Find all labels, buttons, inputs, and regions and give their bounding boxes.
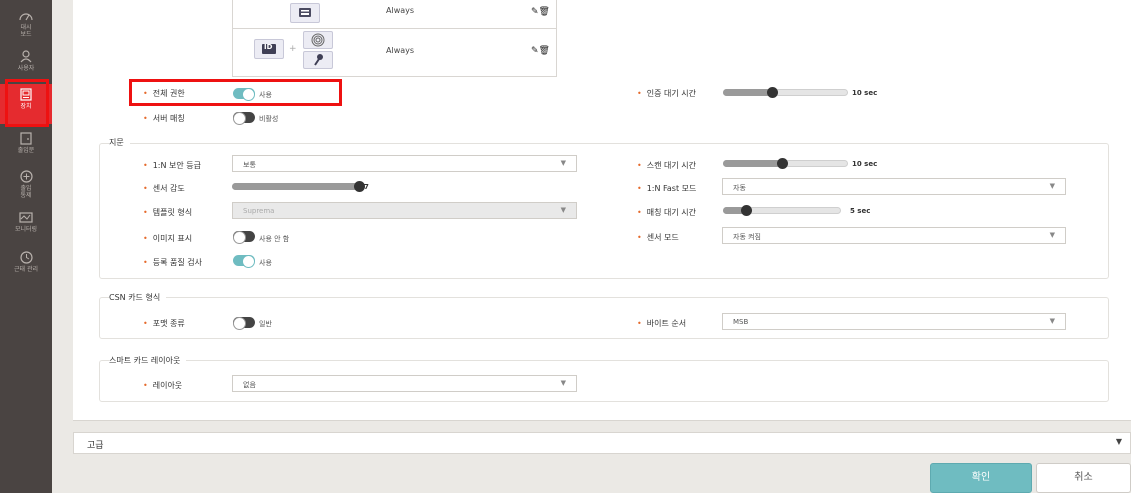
edit-pencil-icon[interactable]: ✎: [531, 7, 539, 17]
show-image-toggle[interactable]: [233, 231, 255, 244]
device-settings-panel: Always ✎🗑 ID + Always ✎🗑 • 전체 권한 사용 • 서버 매…: [73, 0, 1131, 421]
csn-section-title: CSN 카드 형식: [109, 292, 167, 303]
nav-label: 출입 통제: [20, 185, 32, 199]
nav-label: 출입문: [17, 147, 35, 154]
slider-knob[interactable]: [741, 205, 752, 216]
nav-label: 근태 관리: [14, 266, 38, 273]
fingerprint-credential: [303, 31, 333, 49]
id-text: ID: [264, 43, 273, 51]
row-schedule: Always: [386, 6, 415, 15]
matching-timeout-value: 5 sec: [850, 207, 871, 215]
auth-mode-table: Always ✎🗑 ID + Always ✎🗑: [232, 0, 557, 77]
scan-timeout-value: 10 sec: [852, 160, 878, 168]
sidebar: 대시 보드 사용자 장치 출입문 출입 통제 모니터링 근태 관리: [0, 0, 52, 493]
monitoring-icon: [19, 212, 33, 223]
chevron-down-icon: ▼: [560, 379, 566, 387]
access-control-icon: [19, 170, 33, 183]
security-level-label: • 1:N 보안 등급: [143, 161, 202, 170]
chevron-down-icon: ▼: [560, 159, 566, 167]
nav-label: 모니터링: [14, 226, 38, 233]
id-credential: ID: [254, 39, 284, 59]
time-attendance-icon: [19, 251, 33, 264]
server-matching-state: 비활성: [259, 115, 279, 123]
matching-timeout-label: • 매칭 대기 시간: [637, 208, 696, 217]
nav-highlight-box: [5, 79, 49, 127]
quality-check-state: 사용: [259, 259, 272, 267]
nav-label: 대시 보드: [20, 24, 32, 38]
dashboard-gauge-icon: [19, 13, 33, 21]
template-format-select: Suprema ▼: [232, 202, 577, 219]
ok-button[interactable]: 확인: [930, 463, 1032, 493]
auth-timeout-label: • 인증 대기 시간: [637, 89, 696, 98]
row-actions: ✎🗑: [531, 46, 550, 56]
sensitivity-label: • 센서 감도: [143, 184, 185, 193]
auth-timeout-value: 10 sec: [852, 89, 878, 97]
full-access-highlight-box: [129, 79, 342, 106]
show-image-state: 사용 안 함: [259, 235, 290, 243]
auth-timeout-slider[interactable]: [723, 87, 848, 98]
slider-knob[interactable]: [777, 158, 788, 169]
chevron-down-icon: ▼: [1049, 182, 1055, 190]
delete-trash-icon[interactable]: 🗑: [539, 7, 550, 17]
show-image-label: • 이미지 표시: [143, 234, 193, 243]
matching-timeout-slider[interactable]: [723, 205, 841, 216]
layout-label: • 레이아웃: [143, 381, 183, 390]
user-icon: [20, 50, 32, 63]
smart-card-section-title: 스마트 카드 레이아웃: [109, 355, 187, 366]
quality-check-label: • 등록 품질 검사: [143, 258, 202, 267]
format-type-label: • 포맷 종류: [143, 319, 185, 328]
scan-timeout-label: • 스캔 대기 시간: [637, 161, 696, 170]
format-type-toggle[interactable]: [233, 317, 255, 330]
nav-door[interactable]: 출입문: [0, 128, 52, 168]
nav-monitoring[interactable]: 모니터링: [0, 208, 52, 248]
card-icon: [299, 8, 311, 17]
server-matching-label: • 서버 매칭: [143, 114, 185, 123]
door-icon: [20, 132, 32, 145]
quality-check-toggle[interactable]: [233, 255, 255, 268]
slider-knob[interactable]: [767, 87, 778, 98]
pin-credential: [303, 51, 333, 69]
row-divider: [233, 28, 556, 29]
template-format-label: • 템플릿 형식: [143, 208, 193, 217]
sensor-mode-select[interactable]: 자동 켜짐 ▼: [722, 227, 1066, 244]
chevron-down-icon: ▼: [1049, 317, 1055, 325]
cancel-button[interactable]: 취소: [1036, 463, 1131, 493]
key-icon: [314, 54, 323, 66]
card-credential: [290, 3, 320, 23]
plus-icon: +: [289, 44, 297, 54]
chevron-down-icon: ▼: [1115, 437, 1122, 446]
sensor-mode-label: • 센서 모드: [637, 233, 679, 242]
nav-access-control[interactable]: 출입 통제: [0, 166, 52, 206]
nav-dashboard[interactable]: 대시 보드: [0, 6, 52, 46]
advanced-title: 고급: [87, 441, 104, 451]
byte-order-select[interactable]: MSB ▼: [722, 313, 1066, 330]
fingerprint-icon: [311, 33, 325, 47]
fingerprint-section-title: 지문: [109, 137, 130, 148]
format-type-state: 일반: [259, 320, 272, 328]
row-actions: ✎🗑: [531, 7, 550, 17]
security-level-select[interactable]: 보통 ▼: [232, 155, 577, 172]
chevron-down-icon: ▼: [560, 206, 566, 214]
fast-mode-select[interactable]: 자동 ▼: [722, 178, 1066, 195]
byte-order-label: • 바이트 순서: [637, 319, 687, 328]
scan-timeout-slider[interactable]: [723, 158, 848, 169]
edit-pencil-icon[interactable]: ✎: [531, 46, 539, 56]
fast-mode-label: • 1:N Fast 모드: [637, 184, 697, 193]
nav-label: 사용자: [17, 65, 35, 72]
chevron-down-icon: ▼: [1049, 231, 1055, 239]
nav-time-attendance[interactable]: 근태 관리: [0, 247, 52, 287]
server-matching-toggle[interactable]: [233, 112, 255, 125]
delete-trash-icon[interactable]: 🗑: [539, 46, 550, 56]
sensitivity-value: 7: [364, 183, 369, 191]
advanced-section-header[interactable]: 고급 ▼: [73, 432, 1131, 454]
layout-select[interactable]: 없음 ▼: [232, 375, 577, 392]
sensitivity-slider[interactable]: [232, 181, 365, 192]
row-schedule: Always: [386, 46, 415, 55]
